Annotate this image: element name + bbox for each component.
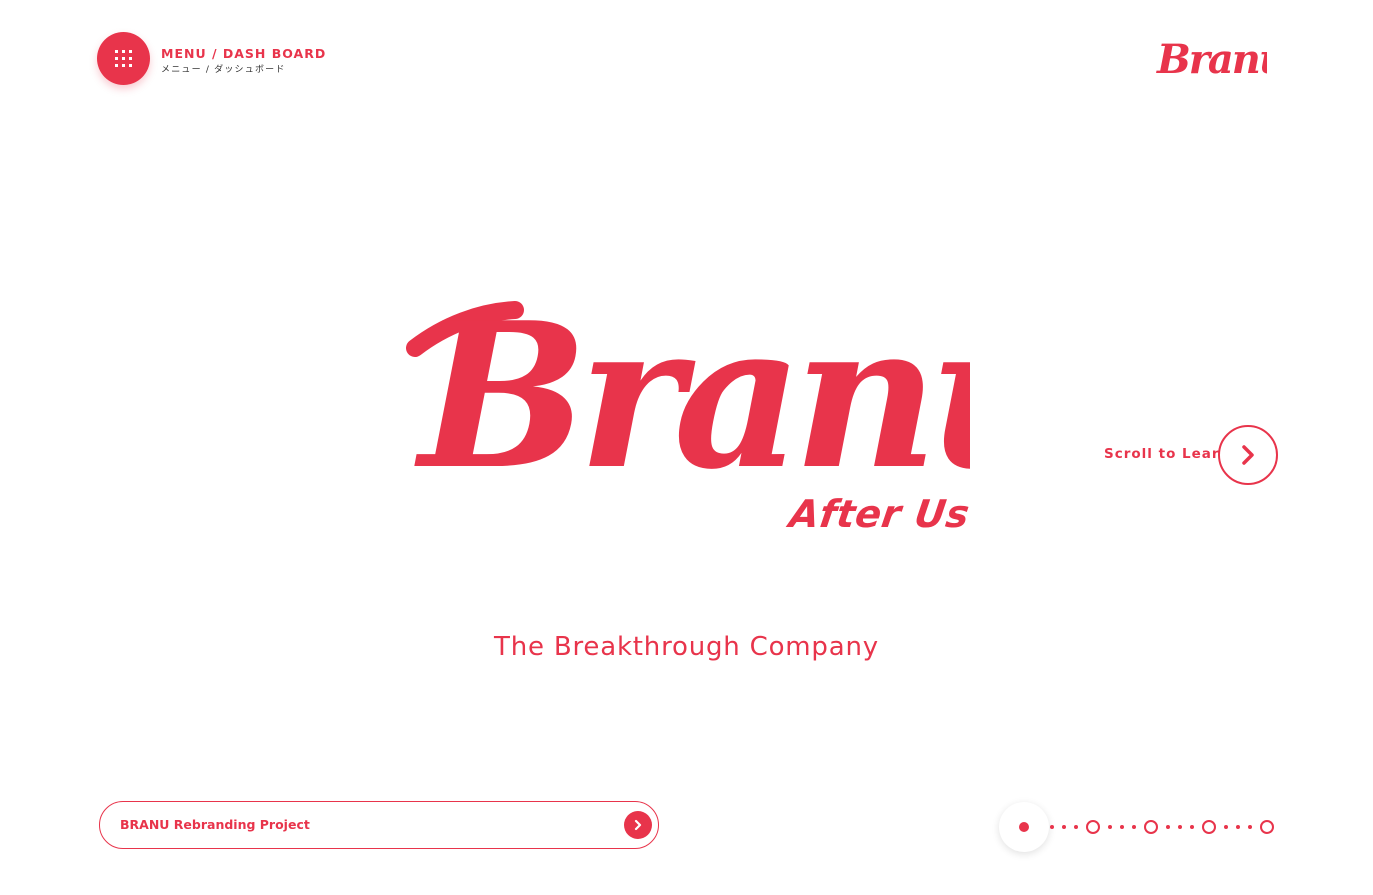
hero-logo: Branu xyxy=(406,300,970,480)
pager-page-3[interactable] xyxy=(1144,820,1158,834)
scroll-button[interactable] xyxy=(1218,425,1278,485)
pager-separator-dot xyxy=(1050,825,1054,829)
scroll-label[interactable]: Scroll to Learn xyxy=(1104,446,1230,462)
pager-separator-dot xyxy=(1132,825,1136,829)
hero-logo-text: Branu xyxy=(414,300,970,480)
pager-page-5[interactable] xyxy=(1260,820,1274,834)
menu-label[interactable]: MENU / DASH BOARD メニュー / ダッシュボード xyxy=(161,46,326,77)
pager-separator-dot xyxy=(1166,825,1170,829)
pager-separator-dot xyxy=(1236,825,1240,829)
project-arrow-button[interactable] xyxy=(624,811,652,839)
pager-page-2[interactable] xyxy=(1086,820,1100,834)
pager-separator-dot xyxy=(1062,825,1066,829)
page: MENU / DASH BOARD メニュー / ダッシュボード Branu B… xyxy=(0,0,1373,895)
pager-separator-dot xyxy=(1190,825,1194,829)
header-logo-text: Branu xyxy=(1156,38,1267,80)
project-link[interactable]: BRANU Rebranding Project xyxy=(99,801,659,849)
pager-page-4[interactable] xyxy=(1202,820,1216,834)
project-label: BRANU Rebranding Project xyxy=(120,817,310,832)
pager-separator-dot xyxy=(1178,825,1182,829)
menu-button[interactable] xyxy=(97,32,150,85)
pager-separator-dot xyxy=(1074,825,1078,829)
grid-icon xyxy=(115,50,132,67)
pager-active-dot xyxy=(1019,822,1029,832)
menu-label-en: MENU / DASH BOARD xyxy=(161,46,327,61)
hero-subtitle: After Us xyxy=(786,492,973,536)
pager-separator-dot xyxy=(1108,825,1112,829)
pager-separator-dot xyxy=(1248,825,1252,829)
header-logo[interactable]: Branu xyxy=(1155,38,1267,80)
chevron-right-icon xyxy=(1242,445,1254,465)
chevron-right-icon xyxy=(634,819,642,831)
pager-separator-dot xyxy=(1120,825,1124,829)
menu-label-jp: メニュー / ダッシュボード xyxy=(161,65,286,75)
pager-separator-dot xyxy=(1224,825,1228,829)
pager-page-1[interactable] xyxy=(999,802,1049,852)
tagline: The Breakthrough Company xyxy=(494,632,879,662)
